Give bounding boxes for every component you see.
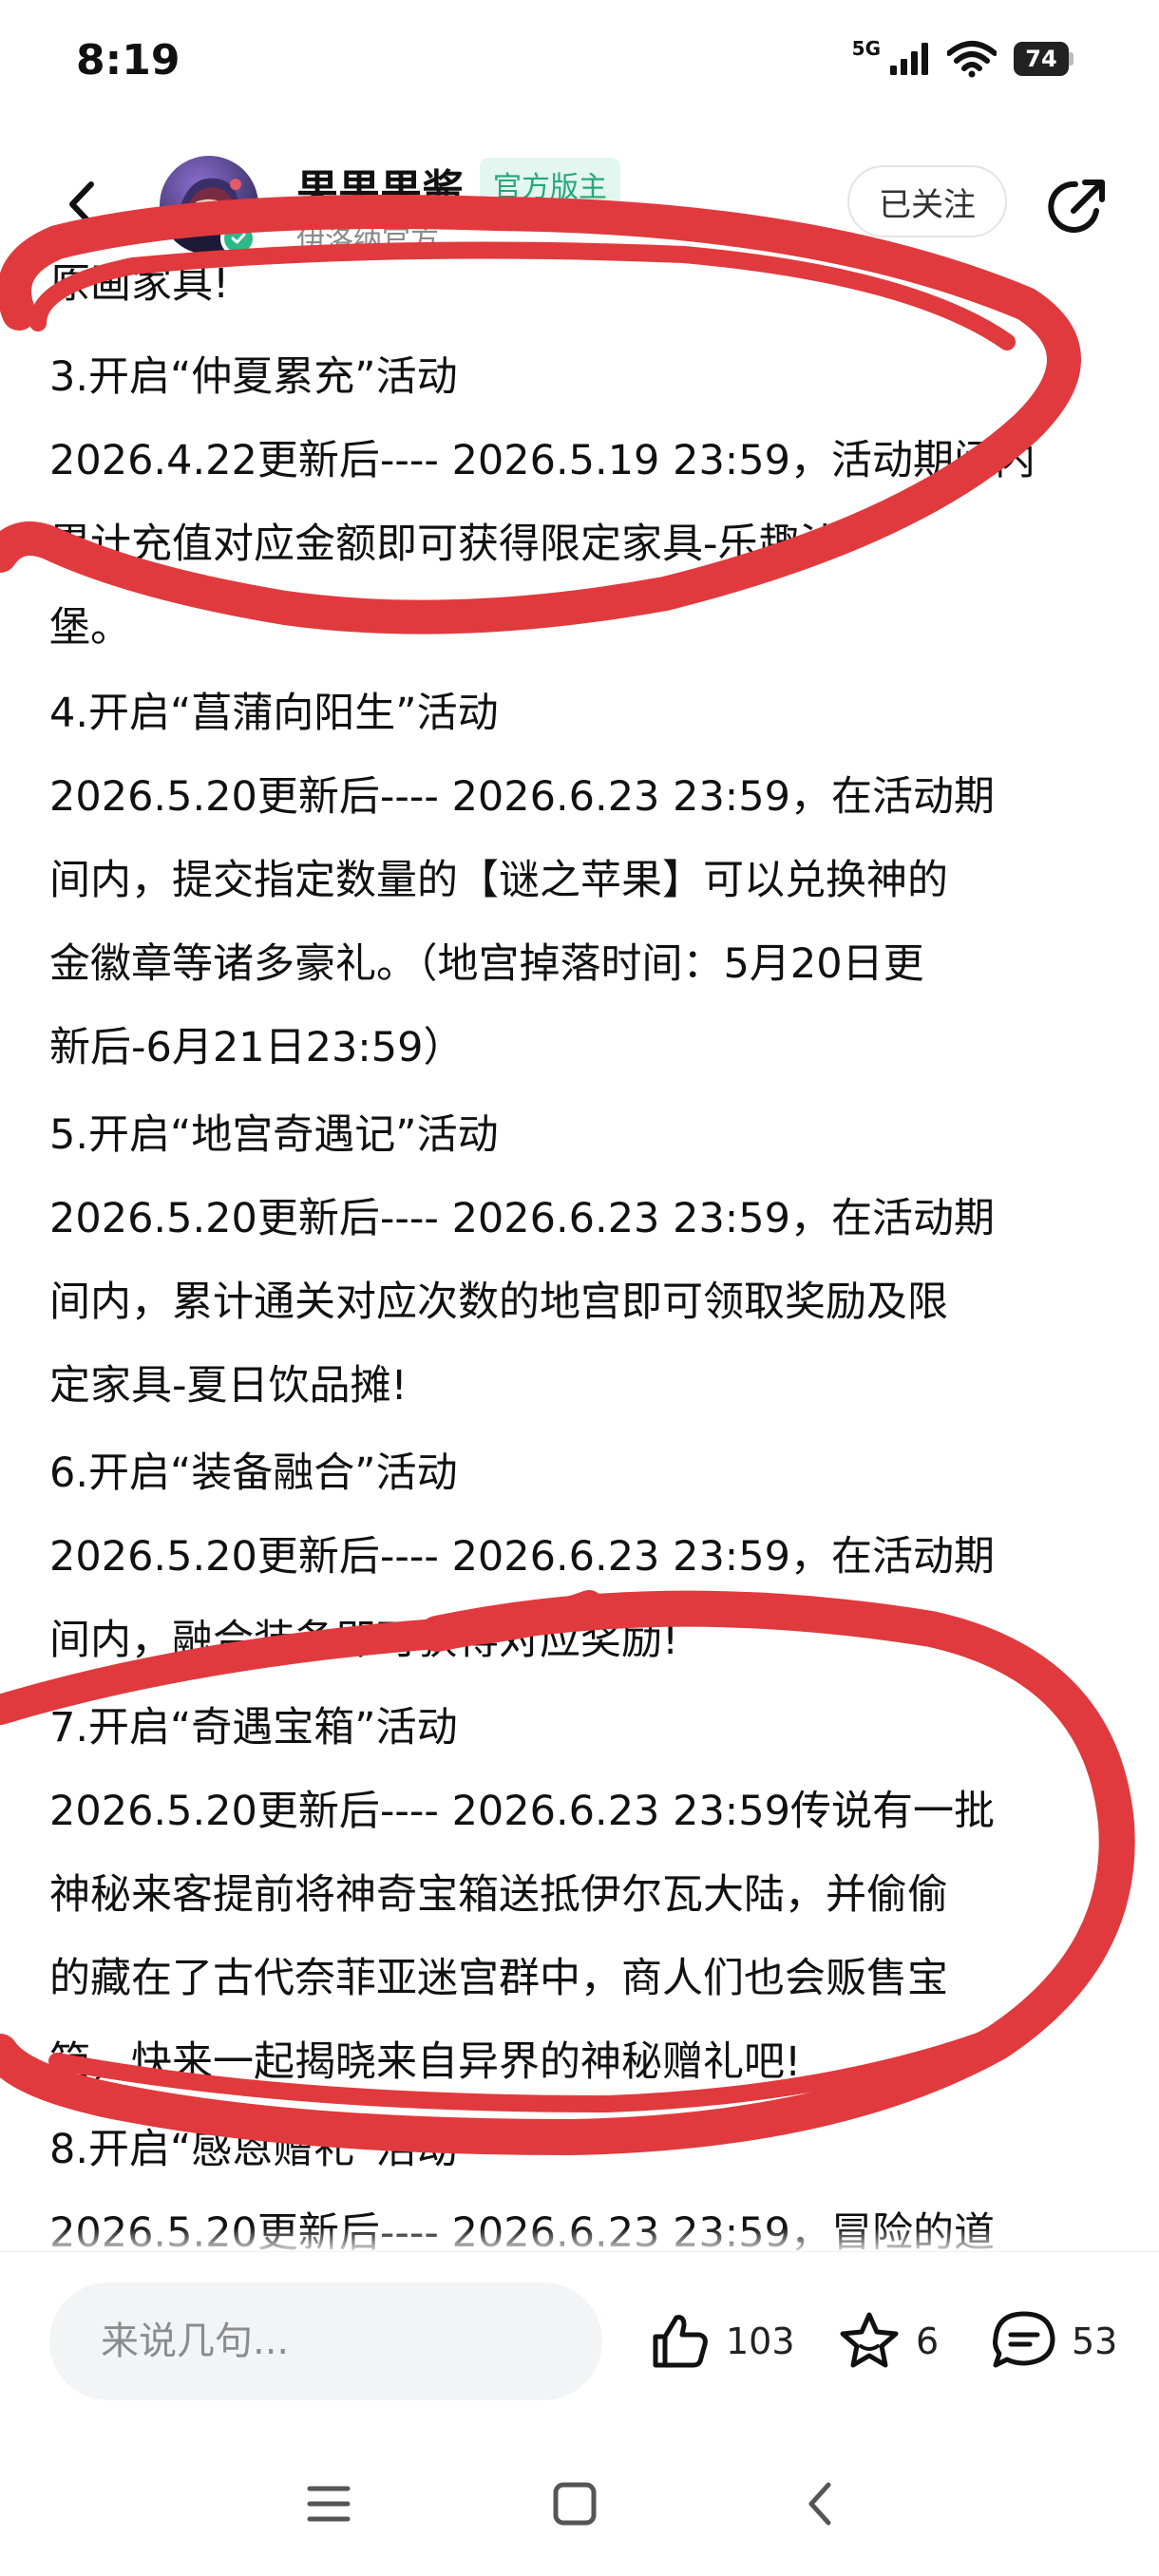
article-line: 6.开启“装备融合”活动 [49,1449,458,1497]
article-line: 2026.4.22更新后---- 2026.5.19 23:59，活动期间内 [49,437,1036,484]
article-line: 7.开启“奇遇宝箱”活动 [49,1704,458,1752]
post-header: 果果果酱 官方版主 伊洛纳官方 已关注 [0,142,1159,275]
article-line: 新后-6月21日23:59） [49,1024,465,1071]
status-icons: 5G 74 [851,37,1074,78]
star-icon [840,2312,899,2368]
bottom-action-bar: 103 6 53 [0,2251,1159,2433]
article-line: 定家具-夏日饮品摊! [49,1362,408,1410]
article-line: 累计充值对应金额即可获得限定家具-乐趣沙 [49,521,841,568]
article-line: 金徽章等诸多豪礼。（地宫掉落时间：5月20日更 [49,940,924,988]
article-line: 原画家具! [49,261,230,308]
back-icon[interactable] [792,2475,849,2532]
article-line: 间内，提交指定数量的【谜之苹果】可以兑换神的 [49,857,948,904]
article-line: 神秘来客提前将神奇宝箱送抵伊尔瓦大陆，并偷偷 [49,1871,948,1919]
article-line: 8.开启“感恩赠礼”活动 [49,2126,458,2173]
wifi-icon [947,41,997,78]
follow-button[interactable]: 已关注 [847,165,1007,237]
favorite-count: 6 [916,2320,940,2362]
article-line: 2026.5.20更新后---- 2026.6.23 23:59，在活动期 [49,1533,996,1581]
comment-bubble-icon [993,2311,1055,2368]
official-moderator-badge: 官方版主 [480,158,620,211]
article-line: 堡。 [49,604,131,652]
battery-level: 74 [1014,42,1069,76]
article-line: 5.开启“地宫奇遇记”活动 [49,1111,499,1159]
battery-icon: 74 [1014,42,1074,76]
article-line: 箱，快来一起揭晓来自异界的神秘赠礼吧! [49,2038,802,2086]
article-line: 3.开启“仲夏累充”活动 [49,353,458,401]
like-button[interactable]: 103 [646,2301,795,2381]
like-count: 103 [726,2320,795,2362]
post-content: 原画家具! 3.开启“仲夏累充”活动 2026.4.22更新后---- 2026.5… [0,261,1159,2251]
author-name[interactable]: 果果果酱 [296,156,464,217]
favorite-button[interactable]: 6 [836,2301,939,2381]
back-arrow-icon[interactable] [49,171,116,237]
home-icon[interactable] [546,2475,603,2532]
menu-icon[interactable] [300,2475,357,2532]
article-line: 的藏在了古代奈菲亚迷宫群中，商人们也会贩售宝 [49,1955,948,2002]
comment-button[interactable]: 53 [990,2301,1117,2381]
status-time: 8:19 [76,36,180,85]
comment-count: 53 [1072,2320,1118,2362]
thumbs-up-icon [653,2315,708,2368]
signal-icon [890,43,928,75]
share-icon[interactable] [1041,173,1110,241]
article-line: 2026.5.20更新后---- 2026.6.23 23:59，在活动期 [49,1195,996,1242]
system-nav-bar [0,2432,1159,2576]
verified-check-icon [220,220,256,256]
author-subtitle: 伊洛纳官方 [296,224,439,257]
article-line: 间内，累计通关对应次数的地宫即可领取奖励及限 [49,1279,948,1326]
article-line: 4.开启“菖蒲向阳生”活动 [49,690,499,737]
network-type-label: 5G [851,37,881,60]
article-line: 间内，融合装备即可获得对应奖励! [49,1617,679,1664]
article-line: 2026.5.20更新后---- 2026.6.23 23:59，在活动期 [49,773,996,821]
article-line: 2026.5.20更新后---- 2026.6.23 23:59传说有一批 [49,1788,996,1835]
comment-input[interactable] [49,2282,602,2400]
status-bar: 8:19 5G 74 [0,0,1159,123]
